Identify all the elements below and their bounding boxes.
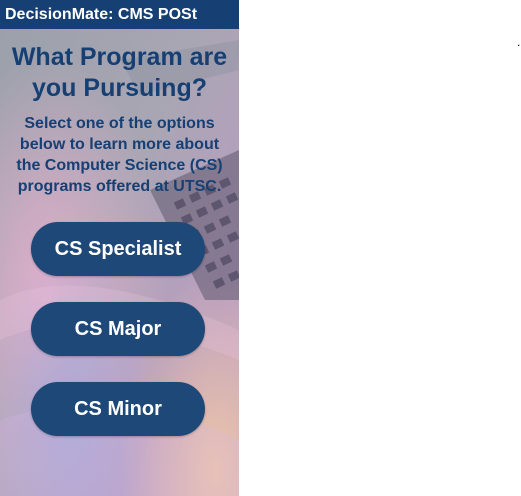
stray-dot-mark: . <box>517 35 521 49</box>
app-title-bar: DecisionMate: CMS POSt <box>0 0 239 29</box>
page-heading-line-2: you Pursuing? <box>32 74 207 102</box>
app-panel: DecisionMate: CMS POSt What Program are … <box>0 0 239 496</box>
instructions-line-1: Select one of the options <box>24 115 215 132</box>
page-heading: What Program are you Pursuing? <box>0 42 239 104</box>
cs-major-button[interactable]: CS Major <box>31 302 205 356</box>
instructions-line-3: the Computer Science (CS) <box>16 157 223 174</box>
cs-minor-button[interactable]: CS Minor <box>31 382 205 436</box>
instructions-line-4: programs offered at UTSC. <box>17 178 222 195</box>
page-heading-line-1: What Program are <box>11 43 228 71</box>
cs-specialist-button[interactable]: CS Specialist <box>31 222 205 276</box>
instructions-text: Select one of the options below to learn… <box>0 113 239 197</box>
instructions-line-2: below to learn more about <box>19 136 220 153</box>
